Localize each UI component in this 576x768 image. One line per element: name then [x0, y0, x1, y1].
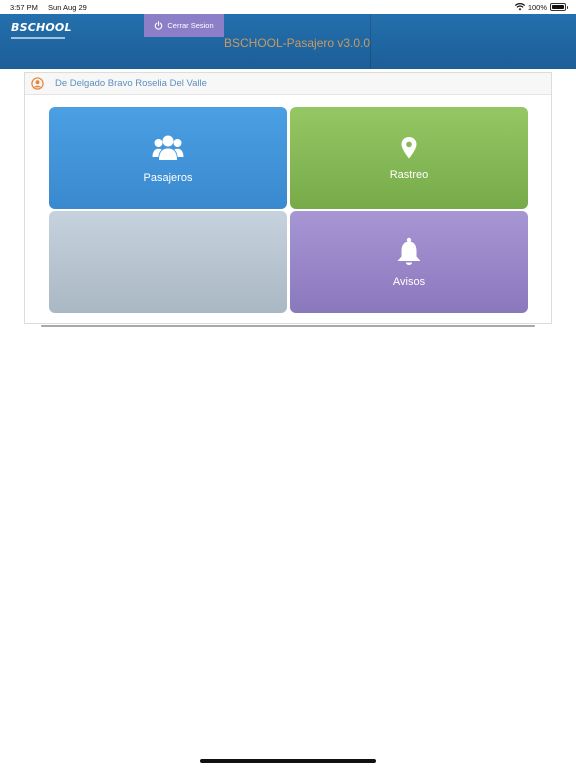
home-indicator[interactable]	[200, 759, 376, 763]
logout-label: Cerrar Sesion	[167, 21, 214, 30]
header-divider	[370, 14, 371, 69]
dashboard-card: De Delgado Bravo Roselia Del Valle Pasaj…	[24, 72, 552, 324]
battery-icon	[550, 3, 568, 11]
status-time: 3:57 PM	[10, 2, 38, 12]
logo-text: BSCHOOL	[11, 21, 72, 34]
content-scroll-indicator	[41, 325, 535, 327]
tile-rastreo[interactable]: Rastreo	[290, 107, 528, 209]
user-circle-icon	[31, 77, 44, 90]
battery-fill	[552, 5, 564, 9]
tile-avisos-label: Avisos	[392, 275, 426, 288]
location-pin-icon	[401, 136, 417, 158]
tile-pasajeros-label: Pasajeros	[143, 171, 193, 184]
user-name: De Delgado Bravo Roselia Del Valle	[55, 78, 207, 89]
tile-pasajeros[interactable]: Pasajeros	[49, 107, 287, 209]
status-bar: 3:57 PM Sun Aug 29 100%	[0, 0, 576, 14]
logo-tagline-bar	[11, 37, 65, 39]
status-left: 3:57 PM Sun Aug 29	[10, 3, 95, 12]
power-icon	[155, 21, 163, 30]
status-right: 100%	[514, 2, 568, 12]
tile-rastreo-label: Rastreo	[389, 168, 429, 181]
bell-icon	[397, 237, 421, 265]
users-icon	[152, 135, 184, 160]
app-header: BSCHOOL Cerrar Sesion BSCHOOL-Pasajero v…	[0, 14, 576, 69]
tile-avisos[interactable]: Avisos	[290, 211, 528, 313]
app-title: BSCHOOL-Pasajero v3.0.0	[224, 36, 371, 50]
user-header: De Delgado Bravo Roselia Del Valle	[25, 73, 551, 95]
wifi-icon	[514, 3, 525, 11]
app-screen: 3:57 PM Sun Aug 29 100% BSCHOOL Cerrar S…	[0, 0, 576, 768]
battery-percent: 100%	[527, 2, 547, 12]
tile-empty	[49, 211, 287, 313]
status-date: Sun Aug 29	[48, 2, 87, 12]
bschool-logo: BSCHOOL	[11, 18, 72, 39]
logout-button[interactable]: Cerrar Sesion	[144, 14, 224, 37]
